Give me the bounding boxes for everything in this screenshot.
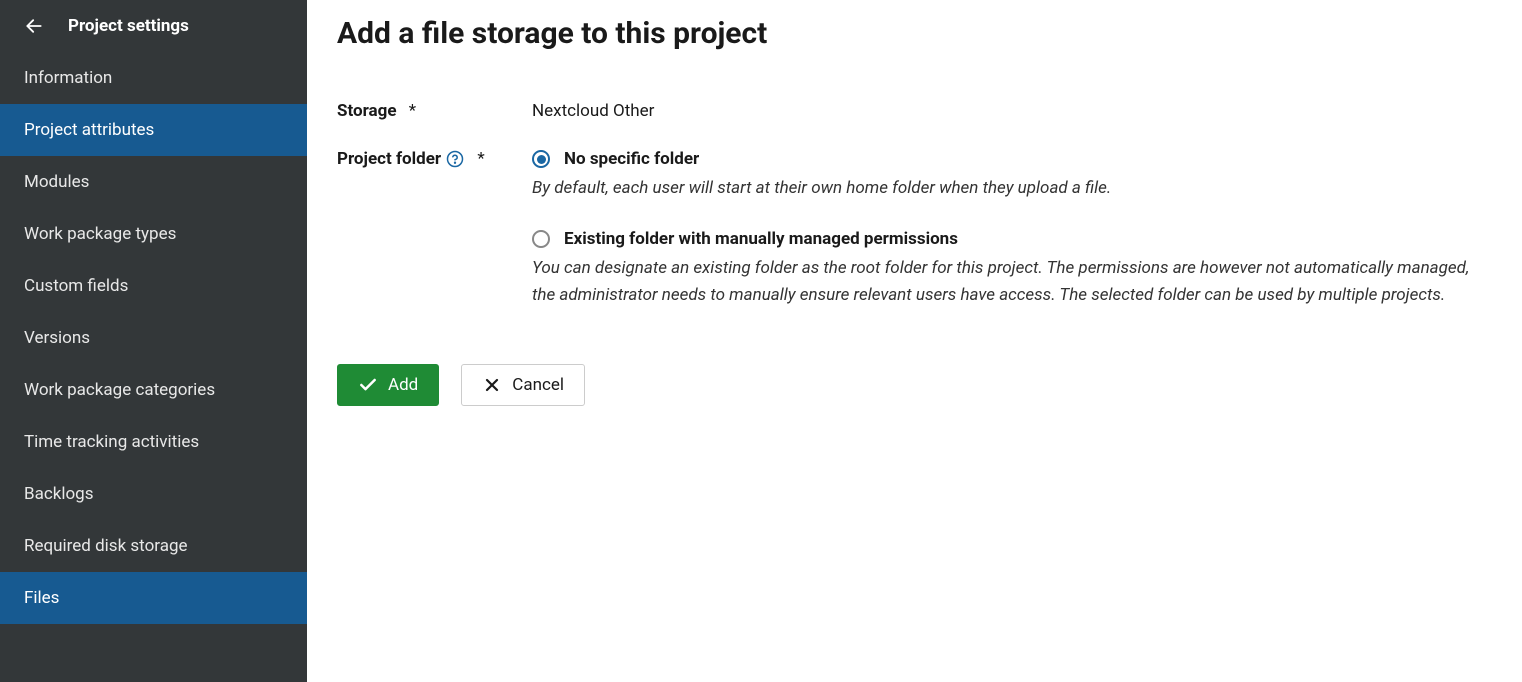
help-icon[interactable] <box>445 149 465 169</box>
project-folder-options: No specific folder By default, each user… <box>532 149 1492 336</box>
add-button[interactable]: Add <box>337 364 439 406</box>
back-arrow-icon[interactable] <box>24 16 44 36</box>
required-marker: * <box>477 149 484 169</box>
radio-description: By default, each user will start at thei… <box>532 175 1492 201</box>
sidebar-item-required-disk-storage[interactable]: Required disk storage <box>0 520 307 572</box>
main-content: Add a file storage to this project Stora… <box>307 0 1522 682</box>
sidebar-item-files[interactable]: Files <box>0 572 307 624</box>
sidebar-item-project-attributes[interactable]: Project attributes <box>0 104 307 156</box>
radio-title: No specific folder <box>564 149 699 169</box>
sidebar-item-information[interactable]: Information <box>0 52 307 104</box>
check-icon <box>358 375 378 395</box>
close-icon <box>482 375 502 395</box>
radio-input-existing-folder[interactable] <box>532 230 550 248</box>
radio-description: You can designate an existing folder as … <box>532 255 1492 308</box>
radio-title: Existing folder with manually managed pe… <box>564 229 958 249</box>
radio-line[interactable]: Existing folder with manually managed pe… <box>532 229 1492 249</box>
radio-option-existing-folder: Existing folder with manually managed pe… <box>532 229 1492 308</box>
cancel-button-label: Cancel <box>512 375 564 395</box>
radio-input-no-specific-folder[interactable] <box>532 150 550 168</box>
project-folder-row: Project folder * No specific folder By d… <box>337 149 1492 336</box>
sidebar-item-work-package-categories[interactable]: Work package categories <box>0 364 307 416</box>
radio-line[interactable]: No specific folder <box>532 149 1492 169</box>
sidebar-item-backlogs[interactable]: Backlogs <box>0 468 307 520</box>
radio-option-no-specific-folder: No specific folder By default, each user… <box>532 149 1492 201</box>
storage-label-text: Storage <box>337 101 397 121</box>
project-folder-label: Project folder * <box>337 149 532 169</box>
settings-sidebar: Project settings Information Project att… <box>0 0 307 682</box>
project-folder-label-text: Project folder <box>337 149 441 169</box>
sidebar-header: Project settings <box>0 0 307 52</box>
sidebar-item-custom-fields[interactable]: Custom fields <box>0 260 307 312</box>
sidebar-item-modules[interactable]: Modules <box>0 156 307 208</box>
sidebar-title: Project settings <box>68 16 189 36</box>
sidebar-item-versions[interactable]: Versions <box>0 312 307 364</box>
form-buttons: Add Cancel <box>337 364 1492 406</box>
add-button-label: Add <box>388 375 418 395</box>
storage-label: Storage * <box>337 101 532 121</box>
required-marker: * <box>409 101 416 121</box>
page-title: Add a file storage to this project <box>337 16 1492 51</box>
storage-row: Storage * Nextcloud Other <box>337 101 1492 121</box>
cancel-button[interactable]: Cancel <box>461 364 585 406</box>
sidebar-item-time-tracking-activities[interactable]: Time tracking activities <box>0 416 307 468</box>
storage-value: Nextcloud Other <box>532 101 654 121</box>
sidebar-item-work-package-types[interactable]: Work package types <box>0 208 307 260</box>
